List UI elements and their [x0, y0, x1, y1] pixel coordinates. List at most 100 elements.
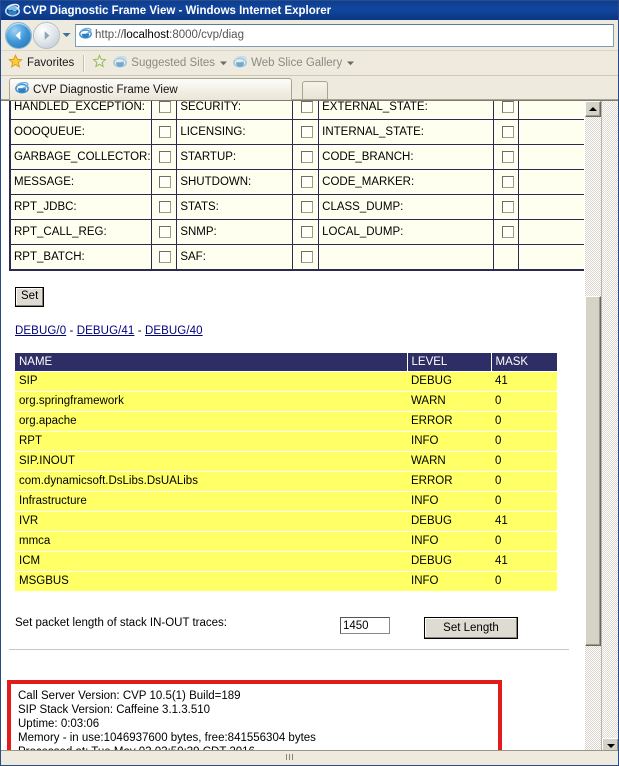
checkbox-unchecked-icon[interactable] [301, 250, 314, 263]
checkbox-unchecked-icon[interactable] [159, 225, 172, 238]
set-length-button[interactable]: Set Length [424, 617, 518, 639]
suggested-sites-button[interactable]: Suggested Sites [113, 55, 228, 72]
trace-flag-label: LICENSING: [176, 119, 294, 145]
web-slice-gallery-chevron-down-icon[interactable] [347, 57, 355, 69]
trace-flag-checkbox[interactable] [292, 219, 320, 245]
suggested-sites-chevron-down-icon[interactable] [220, 57, 228, 69]
trace-flag-label: RPT_BATCH: [9, 244, 152, 271]
trace-flag-checkbox[interactable] [292, 194, 320, 220]
window-vertical-scrollbar[interactable] [601, 101, 618, 754]
trace-flag-checkbox[interactable] [292, 144, 320, 170]
checkbox-unchecked-icon[interactable] [501, 225, 514, 238]
frame-scrollbar-thumb[interactable] [585, 296, 601, 646]
trace-flag-checkbox[interactable] [292, 244, 320, 271]
logger-level: INFO [407, 571, 491, 591]
trace-flag-checkbox[interactable] [150, 119, 178, 145]
horizontal-divider [9, 649, 569, 650]
trace-flag-checkbox[interactable] [150, 219, 178, 245]
arrow-up-icon [589, 107, 597, 111]
logger-level: INFO [407, 431, 491, 452]
trace-flag-checkbox[interactable] [150, 194, 178, 220]
trace-flag-row: RPT_BATCH: SAF: [9, 244, 587, 271]
table-row: mmca INFO 0 [15, 531, 557, 552]
checkbox-unchecked-icon[interactable] [159, 175, 172, 188]
column-header-mask: MASK [491, 353, 557, 372]
debug-link-debug-0[interactable]: DEBUG/0 [15, 325, 66, 337]
favorites-separator [83, 54, 86, 72]
trace-flag-checkbox[interactable] [492, 194, 520, 220]
trace-flag-checkbox[interactable] [492, 144, 520, 170]
web-slice-gallery-label: Web Slice Gallery [251, 57, 343, 69]
trace-flag-checkbox[interactable] [292, 119, 320, 145]
favorites-button[interactable]: Favorites [8, 54, 74, 72]
checkbox-unchecked-icon[interactable] [159, 150, 172, 163]
table-row: SIP DEBUG 41 [15, 371, 557, 392]
logger-mask: 0 [491, 411, 557, 432]
logger-mask: 0 [491, 471, 557, 492]
new-tab-button[interactable] [302, 81, 328, 100]
web-slice-gallery-button[interactable]: Web Slice Gallery [233, 55, 355, 72]
trace-flag-label: HANDLED_EXCEPTION: [9, 101, 152, 120]
logger-name: SIP [15, 371, 407, 392]
column-header-name: NAME [15, 353, 408, 372]
trace-flag-checkbox[interactable] [150, 244, 178, 271]
checkbox-unchecked-icon[interactable] [301, 101, 314, 113]
checkbox-unchecked-icon[interactable] [301, 125, 314, 138]
tab-cvp-diagnostic-frame-view[interactable]: CVP Diagnostic Frame View [9, 78, 292, 100]
trace-flag-checkbox[interactable] [492, 169, 520, 195]
trace-flag-checkbox[interactable] [292, 101, 320, 120]
checkbox-unchecked-icon[interactable] [301, 225, 314, 238]
trace-flag-checkbox[interactable] [150, 101, 178, 120]
column-header-level: LEVEL [407, 353, 492, 372]
frame-vertical-scrollbar[interactable] [584, 101, 601, 754]
frame-scroll-up-button[interactable] [585, 101, 601, 117]
checkbox-unchecked-icon[interactable] [301, 150, 314, 163]
trace-flag-label: SECURITY: [176, 101, 294, 120]
tab-strip: CVP Diagnostic Frame View [1, 76, 618, 100]
checkbox-unchecked-icon[interactable] [301, 200, 314, 213]
back-button[interactable] [5, 21, 32, 49]
packet-length-input[interactable] [340, 617, 390, 634]
debug-link-separator: - [69, 325, 74, 337]
set-button[interactable]: Set [15, 287, 45, 307]
checkbox-unchecked-icon[interactable] [501, 200, 514, 213]
debug-link-separator: - [137, 325, 142, 337]
checkbox-unchecked-icon[interactable] [501, 125, 514, 138]
page-frame: HANDLED_EXCEPTION: SECURITY: EXTERNAL_STAT… [1, 101, 587, 754]
checkbox-unchecked-icon[interactable] [501, 175, 514, 188]
window-scrollbar-track[interactable] [602, 101, 618, 738]
table-row: SIP.INOUT WARN 0 [15, 451, 557, 472]
trace-flag-checkbox[interactable] [492, 119, 520, 145]
logger-name: RPT [15, 431, 407, 452]
add-to-favorites-bar-button[interactable] [92, 54, 107, 72]
trace-flag-checkbox[interactable] [492, 101, 520, 120]
trace-flag-checkbox[interactable] [492, 219, 520, 245]
forward-button[interactable] [33, 21, 60, 49]
logger-name: ICM [15, 551, 407, 572]
checkbox-unchecked-icon[interactable] [501, 150, 514, 163]
debug-link-debug-40[interactable]: DEBUG/40 [145, 325, 203, 337]
logger-mask: 41 [491, 511, 557, 532]
table-row: IVR DEBUG 41 [15, 511, 557, 532]
trace-flag-checkbox[interactable] [150, 144, 178, 170]
trace-flag-checkbox[interactable] [292, 169, 320, 195]
checkbox-unchecked-icon[interactable] [159, 101, 172, 113]
checkbox-unchecked-icon[interactable] [159, 125, 172, 138]
favorites-bar: Favorites Suggested Sites Web Slice Gall… [1, 51, 618, 76]
logger-name: org.apache [15, 411, 407, 432]
version-info-box: Call Server Version: CVP 10.5(1) Build=1… [7, 680, 502, 754]
checkbox-unchecked-icon[interactable] [301, 175, 314, 188]
trace-flag-checkbox[interactable] [150, 169, 178, 195]
trace-flag-row: RPT_JDBC: STATS: CLASS_DUMP: [9, 194, 587, 220]
debug-link-debug-41[interactable]: DEBUG/41 [77, 325, 135, 337]
recent-pages-chevron-down-icon[interactable] [60, 23, 73, 48]
trace-flag-label [318, 244, 494, 271]
address-bar: http://localhost:8000/cvp/diag [1, 20, 618, 51]
trace-flag-label: CLASS_DUMP: [318, 194, 494, 220]
checkbox-unchecked-icon[interactable] [501, 101, 514, 113]
checkbox-unchecked-icon[interactable] [159, 250, 172, 263]
page-favicon-icon [76, 27, 94, 43]
checkbox-unchecked-icon[interactable] [159, 200, 172, 213]
favorites-label: Favorites [27, 57, 75, 69]
address-input[interactable]: http://localhost:8000/cvp/diag [75, 23, 614, 47]
